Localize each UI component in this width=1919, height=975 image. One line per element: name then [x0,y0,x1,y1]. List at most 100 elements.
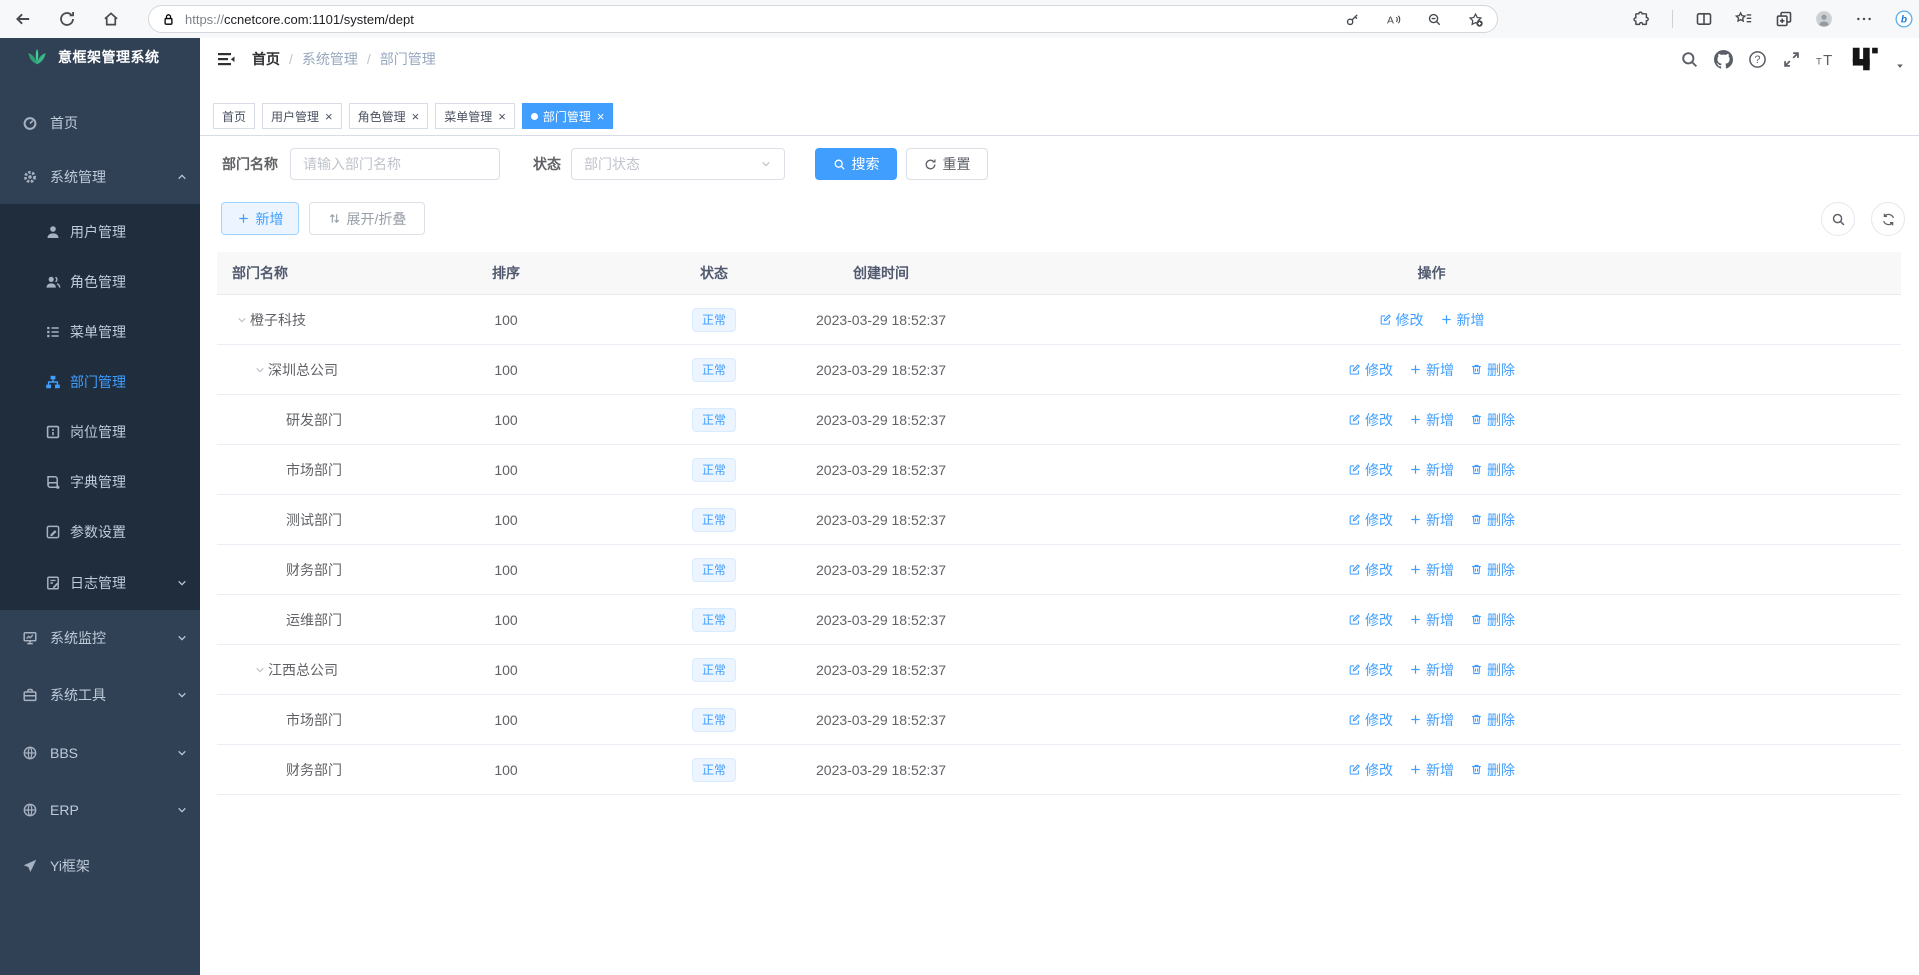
expand-row-icon[interactable] [233,314,250,326]
op-edit-link[interactable]: 修改 [1348,760,1393,780]
op-edit-link[interactable]: 修改 [1348,410,1393,430]
caret-down-icon[interactable] [1895,47,1905,71]
op-delete-link[interactable]: 删除 [1470,510,1515,530]
sidebar-item-日志管理[interactable]: 日志管理 [0,558,200,608]
op-delete-link[interactable]: 删除 [1470,610,1515,630]
search-button[interactable]: 搜索 [815,148,897,180]
sidebar-item-首页[interactable]: 首页 [0,98,200,148]
dept-sort: 100 [384,562,628,578]
sidebar-item-ERP[interactable]: ERP [0,785,200,835]
zoom-out-icon[interactable] [1427,12,1442,27]
op-delete-link[interactable]: 删除 [1470,560,1515,580]
op-add-link[interactable]: 新增 [1409,660,1454,680]
refresh-table-button[interactable] [1871,202,1905,236]
profile-icon[interactable] [1815,10,1833,28]
github-icon[interactable] [1714,50,1733,69]
op-add-link[interactable]: 新增 [1409,510,1454,530]
op-delete-link[interactable]: 删除 [1470,360,1515,380]
status-badge: 正常 [692,758,736,782]
op-edit-link[interactable]: 修改 [1348,460,1393,480]
dept-name: 橙子科技 [250,310,306,330]
toolbar-divider [1672,10,1673,28]
help-icon[interactable]: ? [1748,50,1767,69]
op-add-link[interactable]: 新增 [1409,610,1454,630]
show-search-button[interactable] [1821,202,1855,236]
address-bar[interactable]: https://ccnetcore.com:1101/system/dept A [148,5,1498,33]
op-add-link[interactable]: 新增 [1409,360,1454,380]
op-delete-link[interactable]: 删除 [1470,410,1515,430]
tab-部门管理[interactable]: 部门管理 × [522,103,614,129]
op-edit-link[interactable]: 修改 [1348,360,1393,380]
status-select[interactable]: 部门状态 [571,148,785,180]
user-logo[interactable] [1850,44,1880,74]
sidebar-item-BBS[interactable]: BBS [0,728,200,778]
tab-首页[interactable]: 首页 [213,103,255,129]
font-size-icon[interactable]: TT [1816,50,1835,69]
chevron-down-icon [176,804,188,816]
op-edit-link[interactable]: 修改 [1348,660,1393,680]
op-add-link[interactable]: 新增 [1409,560,1454,580]
home-icon[interactable] [102,10,120,28]
close-tab-icon[interactable]: × [597,110,605,123]
split-screen-icon[interactable] [1695,10,1713,28]
op-edit-link[interactable]: 修改 [1348,610,1393,630]
op-add-link[interactable]: 新增 [1409,410,1454,430]
dashboard-icon [22,115,38,131]
tab-菜单管理[interactable]: 菜单管理 × [435,103,515,129]
reset-button[interactable]: 重置 [906,148,988,180]
op-edit-link[interactable]: 修改 [1348,710,1393,730]
close-tab-icon[interactable]: × [412,110,420,123]
back-icon[interactable] [14,10,32,28]
sidebar-item-菜单管理[interactable]: 菜单管理 [0,307,200,357]
op-add-link[interactable]: 新增 [1409,760,1454,780]
expand-collapse-button[interactable]: 展开/折叠 [309,202,425,235]
sidebar-item-系统工具[interactable]: 系统工具 [0,670,200,720]
op-delete-link[interactable]: 删除 [1470,660,1515,680]
collapse-sidebar-icon[interactable] [216,49,236,69]
dept-name-input[interactable] [290,148,500,180]
expand-row-icon[interactable] [251,364,268,376]
sidebar-item-用户管理[interactable]: 用户管理 [0,207,200,257]
dept-sort: 100 [384,362,628,378]
op-delete-link[interactable]: 删除 [1470,460,1515,480]
op-edit-link[interactable]: 修改 [1348,510,1393,530]
extensions-icon[interactable] [1632,10,1650,28]
sidebar-item-岗位管理[interactable]: 岗位管理 [0,407,200,457]
tab-角色管理[interactable]: 角色管理 × [349,103,429,129]
tab-用户管理[interactable]: 用户管理 × [262,103,342,129]
tab-groups-icon[interactable] [1775,10,1793,28]
sidebar-item-系统监控[interactable]: 系统监控 [0,613,200,663]
op-delete-link[interactable]: 删除 [1470,760,1515,780]
sidebar-item-字典管理[interactable]: 字典管理 [0,457,200,507]
close-tab-icon[interactable]: × [498,110,506,123]
sidebar-item-Yi框架[interactable]: Yi框架 [0,841,200,891]
app-logo[interactable]: 意框架管理系统 [0,38,200,76]
sidebar-item-部门管理[interactable]: 部门管理 [0,357,200,407]
search-icon[interactable] [1680,50,1699,69]
copilot-icon[interactable]: b [1895,10,1913,28]
op-add-link[interactable]: 新增 [1409,460,1454,480]
op-edit-link[interactable]: 修改 [1379,310,1424,330]
close-tab-icon[interactable]: × [325,110,333,123]
fullscreen-icon[interactable] [1782,50,1801,69]
op-add-link[interactable]: 新增 [1440,310,1485,330]
breadcrumb-item[interactable]: 首页 [252,51,280,67]
op-edit-link[interactable]: 修改 [1348,560,1393,580]
sidebar-item-系统管理[interactable]: 系统管理 [0,152,200,202]
read-aloud-icon[interactable]: A [1386,12,1401,27]
sidebar-item-角色管理[interactable]: 角色管理 [0,257,200,307]
op-delete-link[interactable]: 删除 [1470,710,1515,730]
sidebar-item-参数设置[interactable]: 参数设置 [0,507,200,557]
favorite-add-icon[interactable] [1468,12,1483,27]
created-time: 2023-03-29 18:52:37 [800,562,962,578]
breadcrumb-item[interactable]: 系统管理 [302,51,358,67]
more-icon[interactable] [1855,10,1873,28]
expand-row-icon[interactable] [251,664,268,676]
add-button[interactable]: 新增 [221,202,299,235]
url-text[interactable]: https://ccnetcore.com:1101/system/dept [185,12,1345,27]
collections-icon[interactable] [1735,10,1753,28]
table-row: 测试部门 100 正常 2023-03-29 18:52:37 修改新增删除 [217,495,1901,545]
key-icon[interactable] [1345,12,1360,27]
refresh-icon[interactable] [58,10,76,28]
op-add-link[interactable]: 新增 [1409,710,1454,730]
